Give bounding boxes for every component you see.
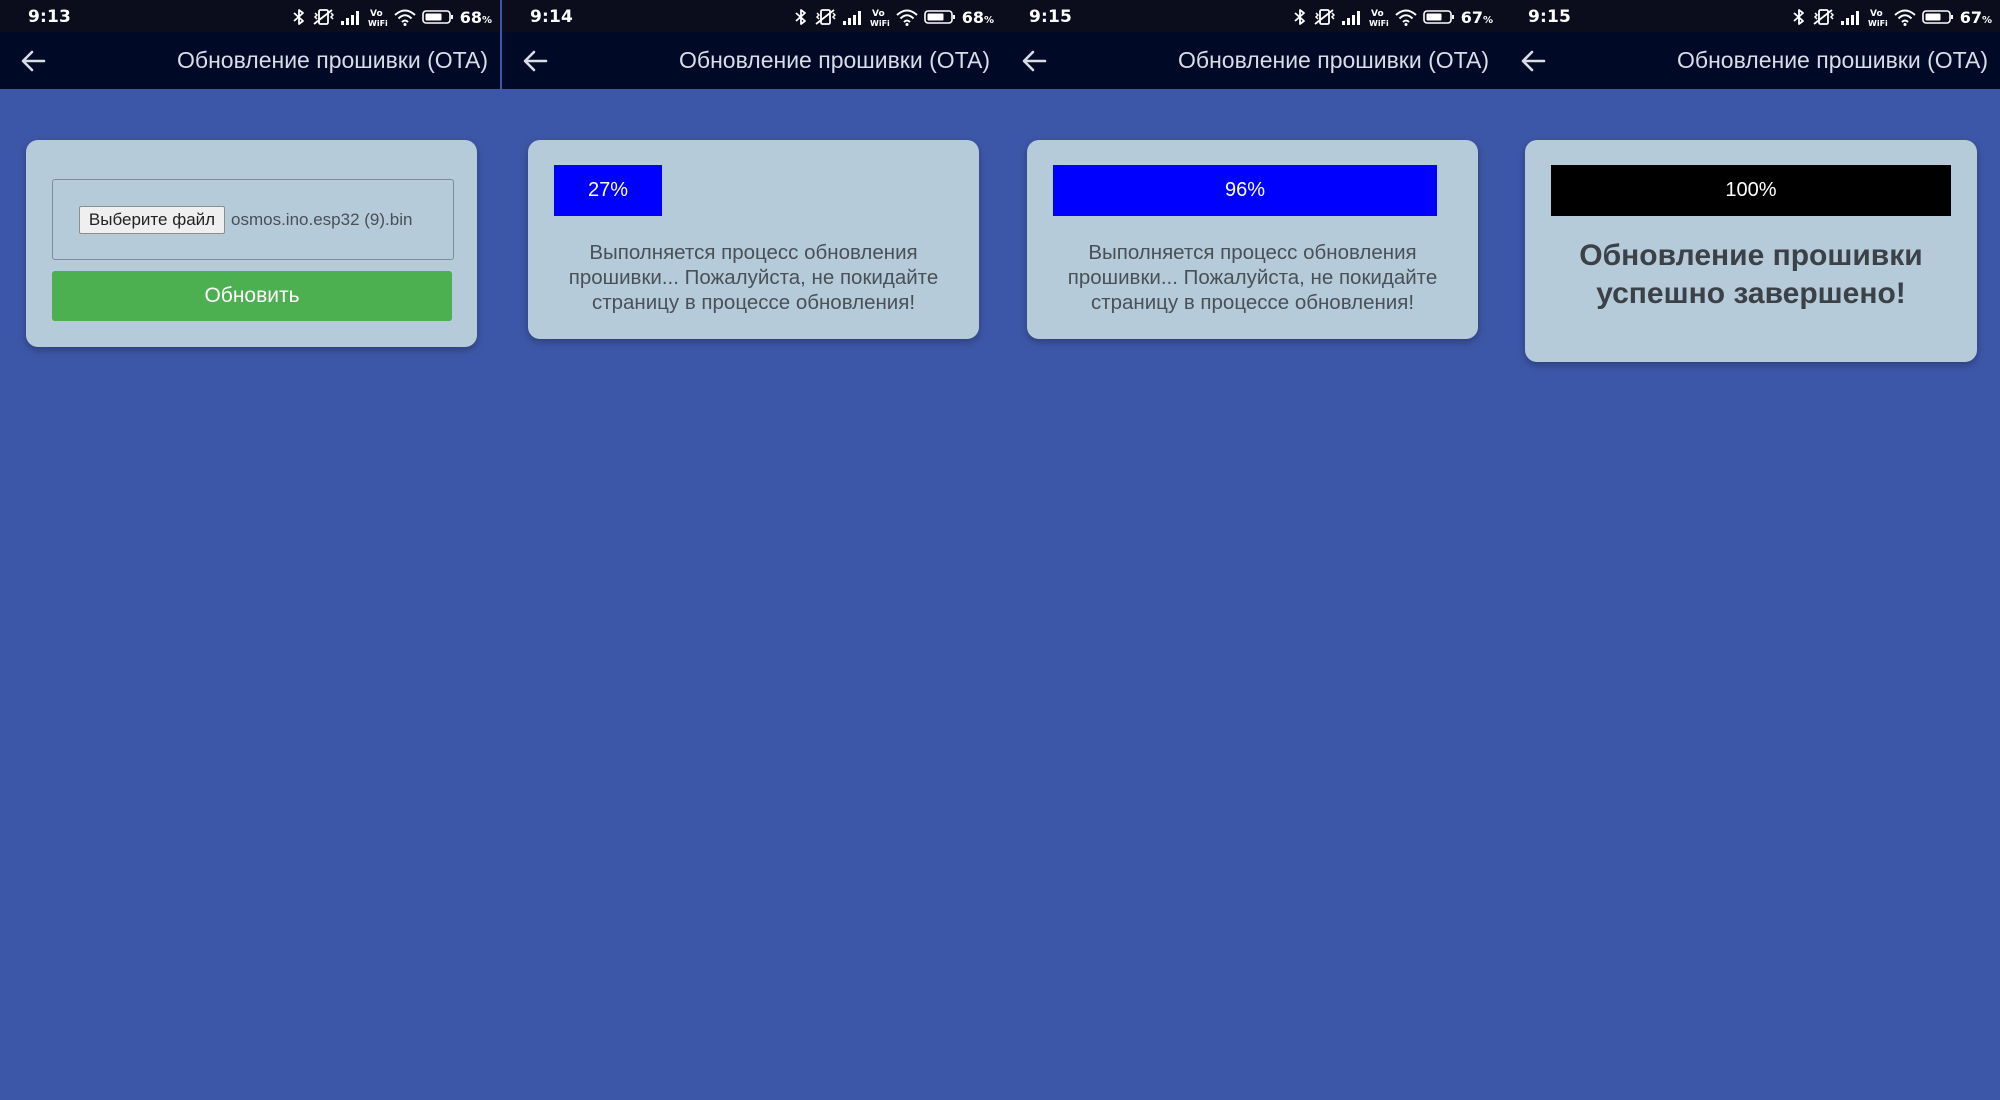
bluetooth-icon <box>293 9 304 25</box>
status-time: 9:14 <box>530 7 574 27</box>
battery-percent: 68% <box>961 7 994 27</box>
progress-percent: 100% <box>1725 179 1777 201</box>
wifi-icon <box>1894 9 1916 26</box>
app-bar: Обновление прошивки (OTA) <box>0 32 500 89</box>
battery-percent: 68% <box>459 7 492 27</box>
status-bar: 9:15 Vo WiFi 67% <box>1500 0 2000 32</box>
choose-file-button[interactable]: Выберите файл <box>79 206 225 234</box>
progress-card: 27% Выполняется процесс обновления проши… <box>528 140 979 339</box>
bluetooth-icon <box>795 9 806 25</box>
svg-text:Vo: Vo <box>872 9 885 19</box>
status-icons: Vo WiFi 68% <box>292 6 492 28</box>
vowifi-icon: VoWiFi <box>1369 9 1389 27</box>
svg-text:Vo: Vo <box>370 9 383 19</box>
svg-text:Vo: Vo <box>1371 9 1384 19</box>
progress-percent: 96% <box>1224 179 1266 201</box>
svg-text:WiFi: WiFi <box>368 19 388 27</box>
wifi-icon <box>896 9 918 26</box>
status-bar: 9:15 Vo WiFi 67% <box>1001 0 1501 32</box>
battery-icon <box>1921 10 1953 24</box>
page-title: Обновление прошивки (OTA) <box>1178 47 1489 73</box>
signal-icon <box>1341 11 1360 25</box>
arrow-left-icon[interactable] <box>1518 46 1548 76</box>
screen-progress-27: 9:14 Vo WiFi 68% Обновление прошивки (OTA… <box>502 0 1002 1100</box>
file-input: Выберите файл osmos.ino.esp32 (9).bin <box>52 179 454 260</box>
update-form-card: Выберите файл osmos.ino.esp32 (9).bin Об… <box>26 140 477 347</box>
page-title: Обновление прошивки (OTA) <box>1677 47 1988 73</box>
status-icons: Vo WiFi 67% <box>1792 6 1992 28</box>
page-title: Обновление прошивки (OTA) <box>679 47 990 73</box>
status-icons: Vo WiFi 67% <box>1293 6 1493 28</box>
vowifi-icon: VoWiFi <box>368 9 388 27</box>
vowifi-icon: VoWiFi <box>870 9 890 27</box>
status-bar: 9:14 Vo WiFi 68% <box>502 0 1002 32</box>
progress-bar: 27% <box>554 165 954 216</box>
status-time: 9:15 <box>1029 7 1073 27</box>
screens-container: 9:13 Vo WiFi 68% Обновление прошивки (OTA… <box>0 0 2000 1100</box>
vowifi-icon: VoWiFi <box>1868 9 1888 27</box>
success-card: 100% Обновление прошивки успешно заверше… <box>1525 140 1977 362</box>
battery-icon <box>421 10 453 24</box>
progress-bar: 96% <box>1053 165 1453 216</box>
battery-percent: 67% <box>1460 7 1493 27</box>
wifi-icon <box>394 9 416 26</box>
signal-icon <box>842 11 861 25</box>
arrow-left-icon[interactable] <box>520 46 550 76</box>
signal-icon <box>1840 11 1859 25</box>
svg-text:WiFi: WiFi <box>1868 19 1888 27</box>
app-bar: Обновление прошивки (OTA) <box>1001 32 1501 89</box>
wifi-icon <box>1395 9 1417 26</box>
screen-update-complete: 9:15 Vo WiFi 67% Обновление прошивки (OTA… <box>1500 0 2000 1100</box>
vibrate-icon <box>1314 9 1335 25</box>
svg-text:WiFi: WiFi <box>870 19 890 27</box>
status-bar: 9:13 Vo WiFi 68% <box>0 0 500 32</box>
bluetooth-icon <box>1294 9 1305 25</box>
update-in-progress-message: Выполняется процесс обновления прошивки.… <box>568 241 939 314</box>
screen-select-file: 9:13 Vo WiFi 68% Обновление прошивки (OTA… <box>0 0 500 1100</box>
page-title: Обновление прошивки (OTA) <box>177 47 488 73</box>
svg-text:WiFi: WiFi <box>1369 19 1389 27</box>
update-in-progress-message: Выполняется процесс обновления прошивки.… <box>1067 241 1438 314</box>
vibrate-icon <box>815 9 836 25</box>
selected-file-name: osmos.ino.esp32 (9).bin <box>231 210 413 229</box>
progress-bar: 100% <box>1551 165 1951 216</box>
arrow-left-icon[interactable] <box>1019 46 1049 76</box>
app-bar: Обновление прошивки (OTA) <box>1500 32 2000 89</box>
status-time: 9:15 <box>1528 7 1572 27</box>
success-message: Обновление прошивки успешно завершено! <box>1579 239 1923 310</box>
progress-percent: 27% <box>587 179 629 201</box>
app-bar: Обновление прошивки (OTA) <box>502 32 1002 89</box>
arrow-left-icon[interactable] <box>18 46 48 76</box>
screen-progress-96: 9:15 Vo WiFi 67% Обновление прошивки (OTA… <box>1001 0 1501 1100</box>
status-time: 9:13 <box>28 7 72 27</box>
battery-icon <box>1422 10 1454 24</box>
status-icons: Vo WiFi 68% <box>794 6 994 28</box>
bluetooth-icon <box>1793 9 1804 25</box>
battery-percent: 67% <box>1959 7 1992 27</box>
svg-text:Vo: Vo <box>1870 9 1883 19</box>
signal-icon <box>340 11 359 25</box>
vibrate-icon <box>1813 9 1834 25</box>
progress-card: 96% Выполняется процесс обновления проши… <box>1027 140 1478 339</box>
update-button[interactable]: Обновить <box>52 271 452 321</box>
vibrate-icon <box>313 9 334 25</box>
battery-icon <box>923 10 955 24</box>
